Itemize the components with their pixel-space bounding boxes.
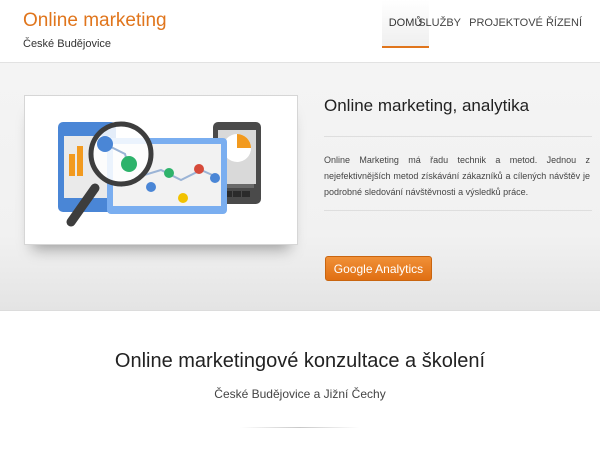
nav-item-services[interactable]: SLUŽBY — [418, 0, 461, 46]
nav-item-project-management[interactable]: PROJEKTOVÉ ŘÍZENÍ — [469, 0, 582, 46]
site-subtitle: České Budějovice — [23, 38, 112, 50]
site-title[interactable]: Online marketing — [23, 10, 167, 32]
hero-bottom-border — [0, 310, 600, 311]
google-analytics-button[interactable]: Google Analytics — [325, 256, 432, 281]
section-divider — [240, 427, 360, 428]
hero-divider-bottom — [324, 210, 592, 211]
hero-text: Online Marketing má řadu technik a metod… — [324, 155, 590, 197]
section-title: Online marketingové konzultace a školení — [114, 350, 486, 372]
section-subtitle: České Budějovice a Jižní Čechy — [214, 387, 386, 401]
hero-divider-top — [324, 136, 592, 137]
hero-image-frame — [24, 95, 298, 245]
hero-title: Online marketing, analytika — [324, 96, 530, 115]
analytics-illustration — [58, 121, 261, 227]
site-header: Online marketing České Budějovice DOMŮ S… — [0, 0, 600, 63]
